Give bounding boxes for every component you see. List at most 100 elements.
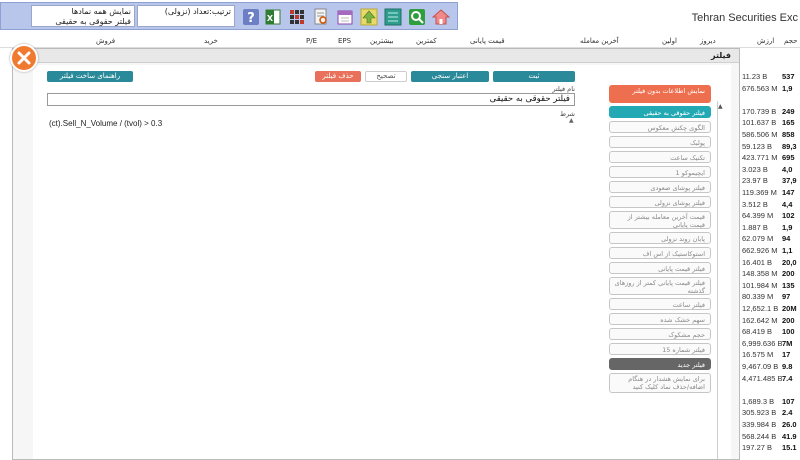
- table-row[interactable]: 11.23 B 537: [740, 72, 800, 83]
- sheet-button[interactable]: [383, 7, 403, 27]
- validate-button[interactable]: اعتبار سنجی: [411, 71, 489, 82]
- sheet-icon: [384, 8, 402, 26]
- table-row[interactable]: 148.358 M 200: [740, 269, 800, 280]
- grid-view-button[interactable]: [287, 7, 307, 27]
- filter-list-item[interactable]: فیلتر شماره 15: [609, 343, 711, 355]
- filter-list-item[interactable]: پولبک: [609, 136, 711, 148]
- volume-cell: 165: [782, 118, 795, 128]
- filter-list-item[interactable]: فیلتر حقوقی به حقیقی: [609, 106, 711, 118]
- filter-list-item[interactable]: الگوی چکش معکوس: [609, 121, 711, 133]
- table-row[interactable]: 12,652.1 B 20M: [740, 304, 800, 315]
- table-row[interactable]: [740, 385, 800, 396]
- filter-list-item[interactable]: سهم خشک شده: [609, 313, 711, 325]
- volume-cell: 9.8: [782, 362, 793, 371]
- filter-list-item[interactable]: فیلتر جدید: [609, 358, 711, 370]
- table-row[interactable]: 170.739 B 249: [740, 107, 800, 118]
- filter-help-button[interactable]: راهنمای ساخت فیلتر: [47, 71, 133, 82]
- close-dialog-button[interactable]: [10, 44, 38, 72]
- value-cell: 101.637 B: [742, 118, 777, 128]
- column-header[interactable]: قیمت پایانی: [470, 37, 505, 45]
- filter-list-item[interactable]: پایان روند نزولی: [609, 232, 711, 244]
- filter-list-item[interactable]: نمایش اطلاعات بدون فیلتر: [609, 85, 711, 103]
- excel-export-button[interactable]: X: [263, 7, 283, 27]
- filter-list-item[interactable]: فیلتر ساعت: [609, 298, 711, 310]
- toolbar: نمایش همه نمادها فیلتر حقوقی به حقیقی تر…: [0, 2, 458, 30]
- delete-filter-button[interactable]: حذف فیلتر: [315, 71, 361, 82]
- table-row[interactable]: 9,467.09 B 9.8: [740, 362, 800, 373]
- filter-list-item[interactable]: فیلتر قیمت پایانی کمتر از روزهای گذشته: [609, 277, 711, 295]
- column-header[interactable]: آخرین معامله: [580, 37, 619, 45]
- help-button[interactable]: ?: [241, 7, 261, 27]
- table-row[interactable]: 339.984 B 26.0: [740, 420, 800, 431]
- table-row[interactable]: 676.563 M 1,9: [740, 84, 800, 95]
- filter-list-item[interactable]: تکنیک ساعت: [609, 151, 711, 163]
- report-button[interactable]: [311, 7, 331, 27]
- volume-cell: 41.9: [782, 431, 797, 441]
- table-row[interactable]: 62.079 M 94: [740, 234, 800, 245]
- table-row[interactable]: [740, 95, 800, 106]
- table-row[interactable]: 4,471.485 B 7.4: [740, 374, 800, 385]
- report-icon: [314, 8, 327, 25]
- table-row[interactable]: 586.506 M 858: [740, 130, 800, 141]
- filter-list-item[interactable]: حجم مشکوک: [609, 328, 711, 340]
- value-cell: 68.419 B: [742, 327, 773, 337]
- column-header[interactable]: کمترین: [416, 37, 437, 45]
- table-row[interactable]: 68.419 B 100: [740, 327, 800, 338]
- column-header[interactable]: دیروز: [700, 37, 716, 45]
- table-row[interactable]: 23.97 B 37,9: [740, 176, 800, 187]
- filter-list-item[interactable]: ایچیموکو 1: [609, 166, 711, 178]
- table-row[interactable]: 568.244 B 41.9: [740, 432, 800, 443]
- volume-cell: 100: [782, 327, 795, 337]
- condition-editor[interactable]: [47, 115, 577, 455]
- filter-list-item[interactable]: فیلتر پوشای نزولی: [609, 196, 711, 208]
- table-row[interactable]: 59.123 B 89,3: [740, 142, 800, 153]
- table-row[interactable]: 1,689.3 B 107: [740, 397, 800, 408]
- value-cell: 4,471.485 B: [742, 373, 783, 383]
- filter-name-input[interactable]: فیلتر حقوقی به حقیقی: [47, 93, 575, 106]
- column-header[interactable]: حجم: [784, 37, 798, 45]
- table-row[interactable]: 1.887 B 1,9: [740, 223, 800, 234]
- filter-list-item[interactable]: فیلتر پوشای صعودی: [609, 181, 711, 193]
- sort-order-select[interactable]: ترتیب:تعداد (نزولی): [137, 5, 235, 27]
- table-row[interactable]: 305.923 B 2.4: [740, 408, 800, 419]
- column-header[interactable]: EPS: [338, 37, 351, 45]
- column-header[interactable]: P/E: [306, 37, 317, 45]
- edit-button[interactable]: تصحیح: [365, 71, 407, 82]
- table-row[interactable]: 16.575 M 17: [740, 350, 800, 361]
- table-row[interactable]: 64.399 M 102: [740, 211, 800, 222]
- condition-scroll-up-icon[interactable]: ▲: [569, 117, 575, 127]
- table-row[interactable]: 162.642 M 200: [740, 316, 800, 327]
- save-button[interactable]: ثبت: [493, 71, 575, 82]
- table-row[interactable]: 3.023 B 4,0: [740, 165, 800, 176]
- search-button[interactable]: [407, 7, 427, 27]
- column-header[interactable]: خرید: [204, 37, 218, 45]
- move-up-button[interactable]: [359, 7, 379, 27]
- table-row[interactable]: 101.637 B 165: [740, 118, 800, 129]
- home-button[interactable]: [431, 7, 451, 27]
- table-row[interactable]: 197.27 B 15.1: [740, 443, 800, 454]
- column-header[interactable]: بیشترین: [370, 37, 394, 45]
- condition-text: (ct).Sell_N_Volume / (tvol) > 0.3: [49, 119, 163, 128]
- filter-list-item[interactable]: برای نمایش هشدار در هنگام اضافه/حذف نماد…: [609, 373, 711, 393]
- table-row[interactable]: 101.984 M 135: [740, 281, 800, 292]
- value-cell: 59.123 B: [742, 141, 773, 151]
- table-row[interactable]: 662.926 M 1,1: [740, 246, 800, 257]
- filter-list-scrollbar[interactable]: [717, 101, 725, 459]
- filter-list-item[interactable]: قیمت آخرین معامله بیشتر از قیمت پایانی: [609, 211, 711, 229]
- table-row[interactable]: 80.339 M 97: [740, 292, 800, 303]
- table-row[interactable]: 119.369 M 147: [740, 188, 800, 199]
- column-header[interactable]: فروش: [96, 37, 115, 45]
- column-header[interactable]: اولین: [662, 37, 677, 45]
- table-row[interactable]: 423.771 M 695: [740, 153, 800, 164]
- column-header[interactable]: ارزش: [757, 37, 774, 45]
- filter-list-item[interactable]: استوکاستیک از اس اف: [609, 247, 711, 259]
- table-row[interactable]: 16.401 B 20,0: [740, 258, 800, 269]
- symbol-display-select[interactable]: نمایش همه نمادها فیلتر حقوقی به حقیقی: [31, 5, 135, 27]
- table-row[interactable]: 6,999.636 B 7M: [740, 339, 800, 350]
- value-cell: 16.401 B: [742, 257, 773, 267]
- app-title: Tehran Securities Exc: [691, 12, 798, 24]
- scroll-up-icon[interactable]: ▲: [718, 103, 723, 110]
- table-row[interactable]: 3.512 B 4,4: [740, 200, 800, 211]
- filter-list-item[interactable]: فیلتر قیمت پایانی: [609, 262, 711, 274]
- calendar-button[interactable]: [335, 7, 355, 27]
